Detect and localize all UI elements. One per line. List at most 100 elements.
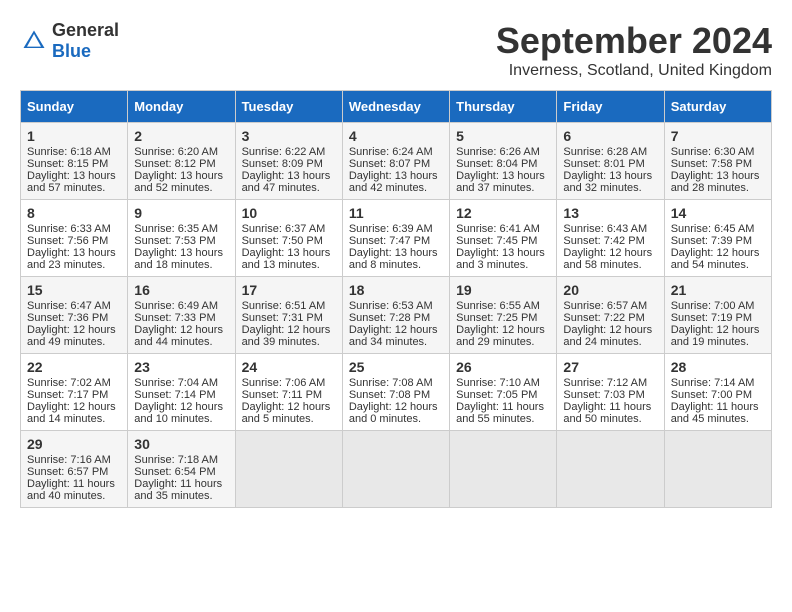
cell-text: Sunset: 7:17 PM <box>27 389 121 401</box>
calendar-cell: 17Sunrise: 6:51 AMSunset: 7:31 PMDayligh… <box>235 277 342 354</box>
cell-text: and 45 minutes. <box>671 413 765 425</box>
day-number: 11 <box>349 205 443 221</box>
calendar-cell: 30Sunrise: 7:18 AMSunset: 6:54 PMDayligh… <box>128 431 235 508</box>
cell-text: and 52 minutes. <box>134 182 228 194</box>
day-number: 26 <box>456 359 550 375</box>
cell-text: and 3 minutes. <box>456 259 550 271</box>
logo-general: General <box>52 20 119 40</box>
cell-text: Sunset: 7:00 PM <box>671 389 765 401</box>
day-number: 9 <box>134 205 228 221</box>
cell-text: Sunrise: 6:53 AM <box>349 300 443 312</box>
cell-text: Sunset: 7:03 PM <box>563 389 657 401</box>
calendar-cell <box>235 431 342 508</box>
cell-text: Daylight: 12 hours <box>27 324 121 336</box>
cell-text: Sunrise: 6:39 AM <box>349 223 443 235</box>
cell-text: Sunrise: 7:10 AM <box>456 377 550 389</box>
week-row-3: 15Sunrise: 6:47 AMSunset: 7:36 PMDayligh… <box>21 277 772 354</box>
calendar-cell: 2Sunrise: 6:20 AMSunset: 8:12 PMDaylight… <box>128 123 235 200</box>
cell-text: Daylight: 13 hours <box>134 247 228 259</box>
calendar-cell <box>342 431 449 508</box>
cell-text: Daylight: 12 hours <box>134 324 228 336</box>
cell-text: Sunset: 8:12 PM <box>134 158 228 170</box>
cell-text: and 54 minutes. <box>671 259 765 271</box>
cell-text: Sunrise: 7:00 AM <box>671 300 765 312</box>
cell-text: Sunrise: 7:12 AM <box>563 377 657 389</box>
cell-text: and 39 minutes. <box>242 336 336 348</box>
cell-text: and 5 minutes. <box>242 413 336 425</box>
cell-text: Sunset: 7:33 PM <box>134 312 228 324</box>
cell-text: Sunset: 7:56 PM <box>27 235 121 247</box>
calendar-cell: 7Sunrise: 6:30 AMSunset: 7:58 PMDaylight… <box>664 123 771 200</box>
cell-text: Sunrise: 6:43 AM <box>563 223 657 235</box>
day-number: 21 <box>671 282 765 298</box>
calendar-cell: 29Sunrise: 7:16 AMSunset: 6:57 PMDayligh… <box>21 431 128 508</box>
cell-text: and 47 minutes. <box>242 182 336 194</box>
page-header: General Blue September 2024 Inverness, S… <box>20 20 772 80</box>
calendar-table: SundayMondayTuesdayWednesdayThursdayFrid… <box>20 90 772 508</box>
cell-text: Sunset: 6:57 PM <box>27 466 121 478</box>
logo-icon <box>20 27 48 55</box>
cell-text: Sunrise: 6:33 AM <box>27 223 121 235</box>
day-number: 27 <box>563 359 657 375</box>
cell-text: Daylight: 12 hours <box>27 401 121 413</box>
cell-text: Sunrise: 7:16 AM <box>27 454 121 466</box>
week-row-1: 1Sunrise: 6:18 AMSunset: 8:15 PMDaylight… <box>21 123 772 200</box>
cell-text: and 29 minutes. <box>456 336 550 348</box>
cell-text: Sunset: 7:39 PM <box>671 235 765 247</box>
cell-text: and 0 minutes. <box>349 413 443 425</box>
cell-text: and 10 minutes. <box>134 413 228 425</box>
cell-text: Daylight: 12 hours <box>671 324 765 336</box>
day-number: 15 <box>27 282 121 298</box>
cell-text: Sunrise: 6:22 AM <box>242 146 336 158</box>
subtitle: Inverness, Scotland, United Kingdom <box>496 62 772 80</box>
cell-text: and 24 minutes. <box>563 336 657 348</box>
header-monday: Monday <box>128 91 235 123</box>
cell-text: Sunrise: 7:14 AM <box>671 377 765 389</box>
cell-text: and 55 minutes. <box>456 413 550 425</box>
day-number: 24 <box>242 359 336 375</box>
cell-text: Daylight: 12 hours <box>456 324 550 336</box>
calendar-cell <box>450 431 557 508</box>
calendar-cell: 4Sunrise: 6:24 AMSunset: 8:07 PMDaylight… <box>342 123 449 200</box>
header-row: SundayMondayTuesdayWednesdayThursdayFrid… <box>21 91 772 123</box>
day-number: 12 <box>456 205 550 221</box>
cell-text: Sunset: 7:08 PM <box>349 389 443 401</box>
cell-text: Sunset: 8:04 PM <box>456 158 550 170</box>
cell-text: Sunset: 7:42 PM <box>563 235 657 247</box>
calendar-cell: 14Sunrise: 6:45 AMSunset: 7:39 PMDayligh… <box>664 200 771 277</box>
cell-text: Daylight: 11 hours <box>456 401 550 413</box>
logo: General Blue <box>20 20 119 62</box>
header-wednesday: Wednesday <box>342 91 449 123</box>
day-number: 5 <box>456 128 550 144</box>
cell-text: and 58 minutes. <box>563 259 657 271</box>
header-friday: Friday <box>557 91 664 123</box>
calendar-cell: 3Sunrise: 6:22 AMSunset: 8:09 PMDaylight… <box>235 123 342 200</box>
cell-text: Sunrise: 7:02 AM <box>27 377 121 389</box>
cell-text: Sunset: 7:31 PM <box>242 312 336 324</box>
day-number: 7 <box>671 128 765 144</box>
cell-text: Sunrise: 6:26 AM <box>456 146 550 158</box>
cell-text: and 13 minutes. <box>242 259 336 271</box>
logo-blue: Blue <box>52 41 91 61</box>
cell-text: and 32 minutes. <box>563 182 657 194</box>
cell-text: Daylight: 13 hours <box>242 170 336 182</box>
week-row-4: 22Sunrise: 7:02 AMSunset: 7:17 PMDayligh… <box>21 354 772 431</box>
cell-text: Sunset: 7:45 PM <box>456 235 550 247</box>
day-number: 3 <box>242 128 336 144</box>
calendar-cell: 15Sunrise: 6:47 AMSunset: 7:36 PMDayligh… <box>21 277 128 354</box>
calendar-cell: 28Sunrise: 7:14 AMSunset: 7:00 PMDayligh… <box>664 354 771 431</box>
cell-text: Daylight: 13 hours <box>456 170 550 182</box>
cell-text: Sunset: 8:01 PM <box>563 158 657 170</box>
cell-text: Daylight: 13 hours <box>134 170 228 182</box>
cell-text: Sunset: 7:58 PM <box>671 158 765 170</box>
day-number: 20 <box>563 282 657 298</box>
cell-text: Daylight: 12 hours <box>242 401 336 413</box>
cell-text: Sunset: 7:05 PM <box>456 389 550 401</box>
cell-text: Sunset: 7:22 PM <box>563 312 657 324</box>
cell-text: Daylight: 13 hours <box>563 170 657 182</box>
calendar-cell: 26 Sunrise: 7:10 AMSunset: 7:05 PMDayligh… <box>450 354 557 431</box>
cell-text: and 28 minutes. <box>671 182 765 194</box>
calendar-cell: 21Sunrise: 7:00 AMSunset: 7:19 PMDayligh… <box>664 277 771 354</box>
day-number: 6 <box>563 128 657 144</box>
cell-text: Sunset: 6:54 PM <box>134 466 228 478</box>
